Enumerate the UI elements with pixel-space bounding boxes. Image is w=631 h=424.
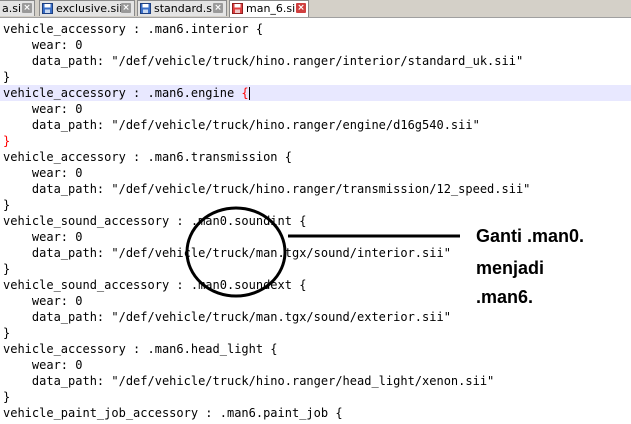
floppy-disk-modified-icon (232, 3, 243, 14)
tab-man-6-sii[interactable]: man_6.sii × (229, 0, 309, 17)
code-line-text: } (3, 198, 11, 212)
code-line[interactable]: vehicle_accessory : .man6.head_light { (0, 341, 631, 357)
close-icon[interactable]: × (213, 3, 223, 13)
tab-exclusive-sii[interactable]: exclusive.sii × (39, 0, 135, 16)
text-caret (248, 87, 250, 100)
code-line[interactable]: vehicle_accessory : .man6.interior { (0, 21, 631, 37)
code-line-text: } (3, 262, 11, 276)
code-line-text: vehicle_paint_job_accessory : .man6.pain… (3, 406, 343, 420)
tab-bar: a.sii × exclusive.sii × standard.sii × m… (0, 0, 631, 18)
code-line[interactable]: wear: 0 (0, 293, 631, 309)
code-line[interactable]: wear: 0 (0, 101, 631, 117)
code-line[interactable]: wear: 0 (0, 357, 631, 373)
code-line-text: vehicle_accessory : .man6.head_light { (3, 342, 278, 356)
code-line[interactable]: vehicle_sound_accessory : .man0.soundext… (0, 277, 631, 293)
code-line[interactable]: } (0, 133, 631, 149)
code-line-text: } (3, 70, 11, 84)
code-line-text: data_path: "/def/vehicle/truck/man.tgx/s… (3, 310, 451, 324)
tab-label: a.sii (2, 2, 25, 15)
annotation-line-1: Ganti .man0. (476, 226, 585, 246)
code-line[interactable]: data_path: "/def/vehicle/truck/man.tgx/s… (0, 309, 631, 325)
code-line[interactable]: } (0, 389, 631, 405)
tab-label: exclusive.sii (56, 2, 123, 15)
code-line-text: wear: 0 (3, 294, 83, 308)
code-line-text: data_path: "/def/vehicle/truck/hino.rang… (3, 118, 480, 132)
code-line-text: vehicle_accessory : .man6.engine { (3, 86, 250, 100)
tab-label: man_6.sii (246, 2, 299, 15)
code-line[interactable]: } (0, 69, 631, 85)
tab-standard-sii[interactable]: standard.sii × (137, 0, 227, 16)
code-line[interactable]: wear: 0 (0, 37, 631, 53)
matched-brace: { (241, 86, 249, 100)
code-line[interactable]: vehicle_accessory : .man6.engine { (0, 85, 631, 101)
code-line[interactable]: } (0, 197, 631, 213)
tab-label: standard.sii (154, 2, 219, 15)
code-line-text: wear: 0 (3, 230, 83, 244)
code-line-text: wear: 0 (3, 166, 83, 180)
code-line-text: wear: 0 (3, 38, 83, 52)
code-editor[interactable]: vehicle_accessory : .man6.interior { wea… (0, 18, 631, 424)
close-icon[interactable]: × (22, 3, 32, 13)
close-icon[interactable]: × (121, 3, 131, 13)
code-line[interactable]: } (0, 325, 631, 341)
code-line-text: data_path: "/def/vehicle/truck/hino.rang… (3, 54, 524, 68)
annotation-line-3: .man6. (476, 287, 534, 307)
code-line[interactable]: vehicle_paint_job_accessory : .man6.pain… (0, 405, 631, 421)
code-line-text: vehicle_sound_accessory : .man0.soundint… (3, 214, 307, 228)
code-line-text: data_path: "/def/vehicle/truck/hino.rang… (3, 374, 495, 388)
tab-a-sii[interactable]: a.sii × (0, 0, 35, 16)
code-line-text: } (3, 134, 11, 148)
code-line[interactable]: wear: 0 (0, 165, 631, 181)
code-line-text: } (3, 326, 11, 340)
code-line-text: vehicle_accessory : .man6.interior { (3, 22, 264, 36)
code-line-text: wear: 0 (3, 358, 83, 372)
code-line[interactable]: data_path: "/def/vehicle/truck/hino.rang… (0, 53, 631, 69)
close-icon[interactable]: × (296, 3, 306, 13)
floppy-disk-icon (42, 3, 53, 14)
code-line-text: data_path: "/def/vehicle/truck/man.tgx/s… (3, 246, 451, 260)
code-line[interactable]: data_path: "/def/vehicle/truck/hino.rang… (0, 117, 631, 133)
code-line[interactable]: vehicle_accessory : .man6.transmission { (0, 149, 631, 165)
code-line-text: } (3, 390, 11, 404)
code-line-text: wear: 0 (3, 102, 83, 116)
code-line-text: vehicle_accessory : .man6.transmission { (3, 150, 292, 164)
floppy-disk-icon (140, 3, 151, 14)
code-line-text: data_path: "/def/vehicle/truck/hino.rang… (3, 182, 531, 196)
annotation-line-2: menjadi (476, 258, 545, 278)
code-line[interactable]: data_path: "/def/vehicle/truck/hino.rang… (0, 373, 631, 389)
code-line-text: vehicle_sound_accessory : .man0.soundext… (3, 278, 307, 292)
code-line[interactable]: data_path: "/def/vehicle/truck/hino.rang… (0, 181, 631, 197)
